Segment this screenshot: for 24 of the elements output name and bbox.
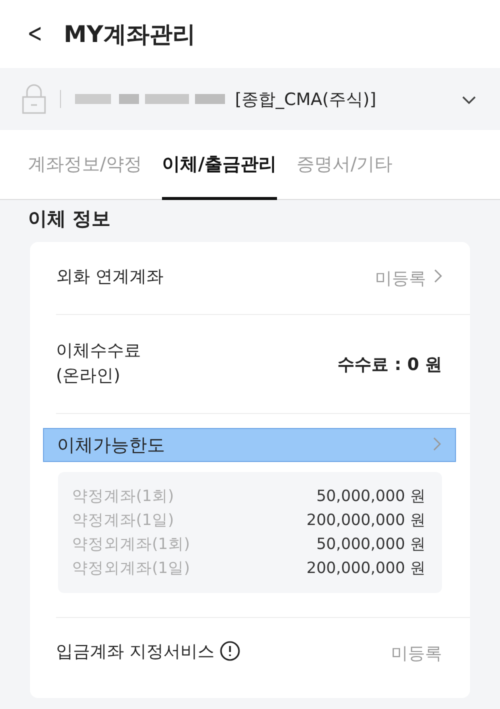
chevron-right-icon bbox=[433, 436, 441, 450]
row-label: 외화 연계계좌 bbox=[56, 266, 164, 290]
back-button[interactable]: < bbox=[27, 19, 43, 49]
account-type: [종합_CMA(주식)] bbox=[235, 88, 376, 110]
info-icon[interactable] bbox=[220, 641, 240, 661]
tab[interactable]: 이체/출금관리 bbox=[162, 130, 277, 200]
limit-amount: 50,000,000 원 bbox=[315, 534, 426, 555]
row-label: 입금계좌 지정서비스 bbox=[56, 641, 214, 664]
limit-label: 약정외계좌(1일) bbox=[72, 558, 191, 579]
limit-label: 약정외계좌(1회) bbox=[72, 534, 191, 555]
limit-label: 약정계좌(1회) bbox=[72, 486, 175, 507]
limit-label: 약정계좌(1일) bbox=[72, 510, 175, 531]
limit-amount: 200,000,000 원 bbox=[306, 510, 426, 531]
chevron-right-icon bbox=[434, 269, 442, 283]
status-value: 미등록 bbox=[391, 642, 442, 664]
fee-value: 수수료 : 0 원 bbox=[338, 354, 442, 376]
page-title: MY계좌관리 bbox=[64, 20, 196, 50]
limit-amount: 50,000,000 원 bbox=[315, 486, 426, 507]
dropdown-caret-icon[interactable] bbox=[462, 96, 476, 104]
row-label: 이체수수료 (온라인) bbox=[56, 340, 141, 388]
transfer-limit-row[interactable]: 이체가능한도 bbox=[43, 428, 456, 462]
lock-icon bbox=[22, 84, 46, 114]
section-title: 이체 정보 bbox=[28, 207, 112, 232]
limit-amount: 200,000,000 원 bbox=[306, 558, 426, 579]
